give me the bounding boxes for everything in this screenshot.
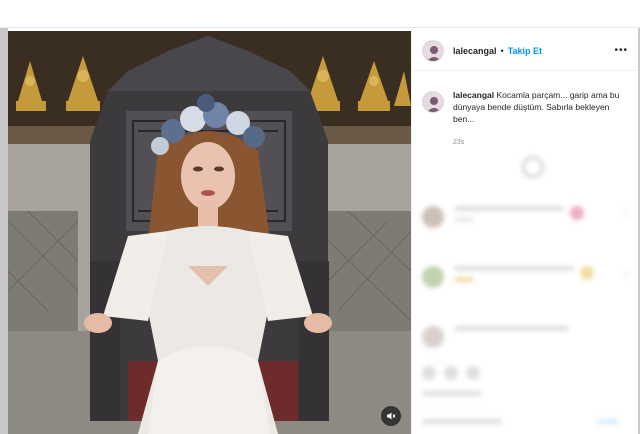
comment-placeholder (422, 326, 569, 348)
post-sidebar: lalecangal • Takip Et ••• lalecangal Koc… (411, 31, 638, 434)
post-video[interactable] (8, 31, 411, 434)
modal-backdrop-left[interactable] (0, 28, 8, 434)
video-frame (8, 31, 411, 434)
caption-username[interactable]: lalecangal (453, 90, 494, 100)
post-modal: lalecangal • Takip Et ••• lalecangal Koc… (8, 31, 638, 434)
post-header: lalecangal • Takip Et ••• (412, 31, 638, 71)
username-link[interactable]: lalecangal (453, 46, 497, 56)
avatar[interactable] (422, 39, 444, 62)
top-bar (0, 0, 640, 28)
follow-button[interactable]: Takip Et (508, 46, 542, 56)
caption-body: lalecangal Kocamla parçam... garip ama b… (453, 89, 627, 149)
action-bar-placeholder (422, 366, 480, 386)
caption-avatar[interactable] (422, 91, 444, 113)
comment-placeholder (422, 266, 594, 288)
blurred-comments: ♡ ♡ (412, 151, 638, 434)
mute-toggle-button[interactable] (381, 406, 401, 426)
caption-timestamp: 23s (453, 139, 465, 146)
comment-input-placeholder (422, 419, 619, 430)
likes-placeholder (422, 391, 482, 402)
speaker-muted-icon (386, 411, 396, 421)
more-options-button[interactable]: ••• (614, 45, 628, 56)
comment-placeholder (422, 206, 584, 228)
loading-spinner (522, 156, 544, 178)
post-caption: lalecangal Kocamla parçam... garip ama b… (422, 89, 627, 149)
separator-dot: • (500, 45, 504, 56)
